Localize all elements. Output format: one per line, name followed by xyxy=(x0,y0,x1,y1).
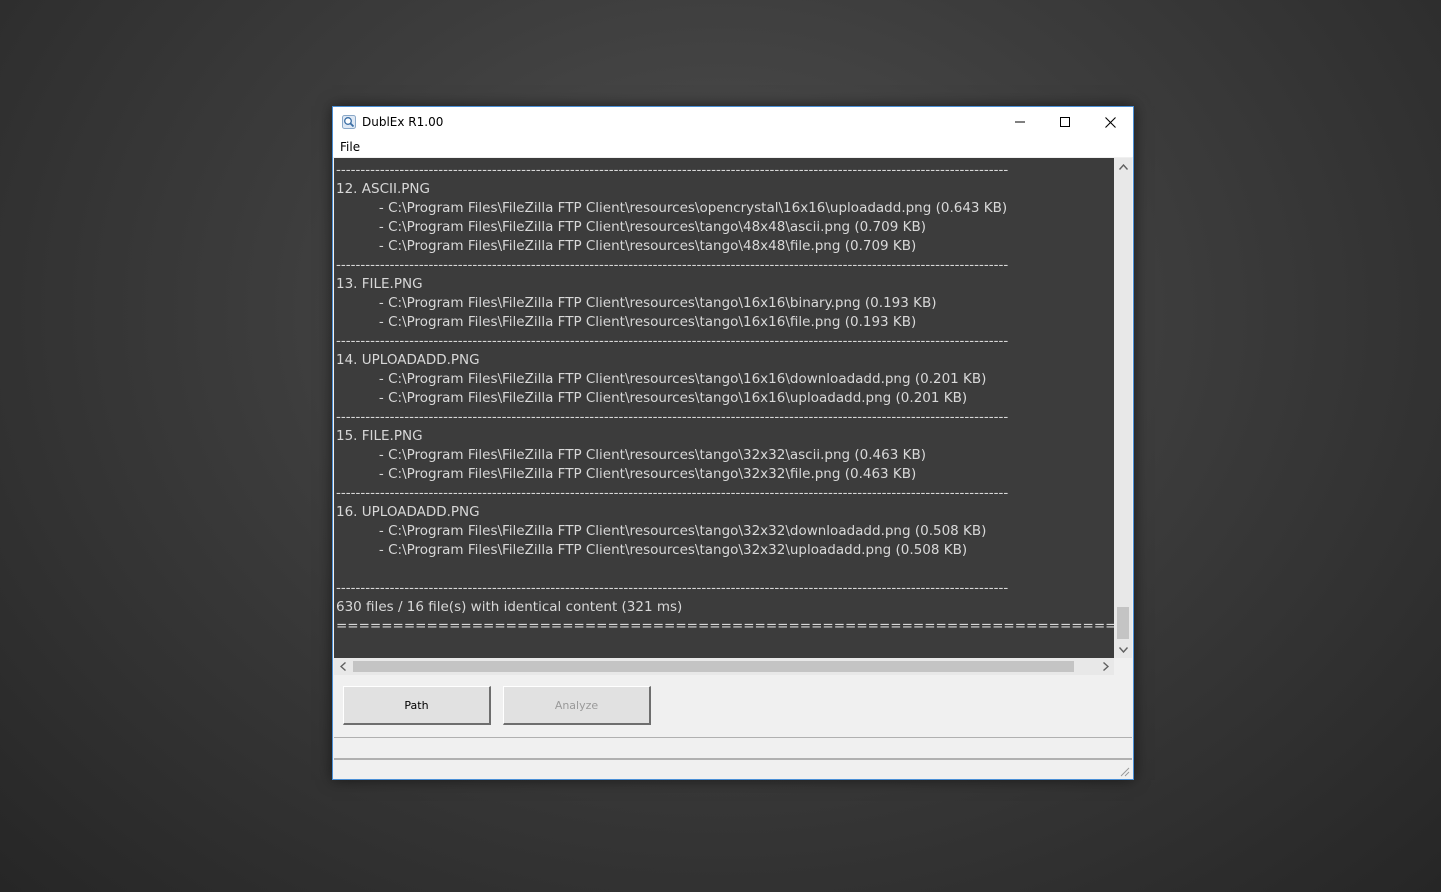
results-text: ----------------------------------------… xyxy=(336,161,1114,636)
output-line: - C:\Program Files\FileZilla FTP Client\… xyxy=(336,447,926,463)
output-line: - C:\Program Files\FileZilla FTP Client\… xyxy=(336,238,917,254)
resize-grip-icon[interactable] xyxy=(1118,765,1130,777)
vertical-scrollbar[interactable] xyxy=(1114,158,1132,658)
chevron-up-icon xyxy=(1118,163,1128,170)
output-line: - C:\Program Files\FileZilla FTP Client\… xyxy=(336,295,937,311)
output-line: 13. FILE.PNG xyxy=(336,276,423,292)
output-line: 630 files / 16 file(s) with identical co… xyxy=(336,599,683,615)
analyze-button[interactable]: Analyze xyxy=(503,686,651,725)
minimize-button[interactable] xyxy=(997,107,1043,137)
output-line: 16. UPLOADADD.PNG xyxy=(336,504,480,520)
path-button[interactable]: Path xyxy=(343,686,491,725)
output-line: - C:\Program Files\FileZilla FTP Client\… xyxy=(336,542,968,558)
chevron-down-icon xyxy=(1118,646,1128,653)
status-bar-bottom xyxy=(334,759,1132,779)
output-line: ----------------------------------------… xyxy=(336,485,1009,501)
scroll-up-button[interactable] xyxy=(1114,158,1132,175)
title-bar[interactable]: DublEx R1.00 xyxy=(333,107,1133,137)
menu-bar: File xyxy=(333,137,1133,157)
output-line: - C:\Program Files\FileZilla FTP Client\… xyxy=(336,390,968,406)
menu-file[interactable]: File xyxy=(340,140,360,154)
output-line: - C:\Program Files\FileZilla FTP Client\… xyxy=(336,371,987,387)
app-window: DublEx R1.00 File ----------------------… xyxy=(332,106,1134,780)
output-line: 14. UPLOADADD.PNG xyxy=(336,352,480,368)
scroll-left-button[interactable] xyxy=(334,658,351,675)
output-line: - C:\Program Files\FileZilla FTP Client\… xyxy=(336,466,917,482)
magnifier-icon xyxy=(342,114,356,129)
output-line: ----------------------------------------… xyxy=(336,580,1009,596)
maximize-button[interactable] xyxy=(1042,107,1088,137)
scrollbar-corner xyxy=(1114,658,1132,675)
close-button[interactable] xyxy=(1087,107,1133,137)
output-line: - C:\Program Files\FileZilla FTP Client\… xyxy=(336,523,987,539)
minimize-icon xyxy=(1015,121,1025,123)
output-line: - C:\Program Files\FileZilla FTP Client\… xyxy=(336,219,926,235)
output-line: ----------------------------------------… xyxy=(336,333,1009,349)
output-line: - C:\Program Files\FileZilla FTP Client\… xyxy=(336,314,917,330)
output-line: 12. ASCII.PNG xyxy=(336,181,430,197)
chevron-left-icon xyxy=(339,662,346,671)
vertical-scroll-thumb[interactable] xyxy=(1117,607,1129,639)
maximize-icon xyxy=(1060,117,1070,127)
chevron-right-icon xyxy=(1102,662,1109,671)
output-line: ========================================… xyxy=(336,618,1114,634)
output-line: ----------------------------------------… xyxy=(336,162,1009,178)
status-bar-top xyxy=(334,737,1132,759)
output-line: 15. FILE.PNG xyxy=(336,428,423,444)
window-title: DublEx R1.00 xyxy=(362,115,444,129)
scroll-right-button[interactable] xyxy=(1097,658,1114,675)
horizontal-scroll-thumb[interactable] xyxy=(353,661,1074,672)
output-line: ----------------------------------------… xyxy=(336,257,1009,273)
scroll-down-button[interactable] xyxy=(1114,641,1132,658)
output-line: - C:\Program Files\FileZilla FTP Client\… xyxy=(336,200,1008,216)
horizontal-scrollbar[interactable] xyxy=(334,658,1114,675)
results-output[interactable]: ----------------------------------------… xyxy=(334,158,1114,658)
close-icon xyxy=(1104,116,1116,128)
output-line: ----------------------------------------… xyxy=(336,409,1009,425)
